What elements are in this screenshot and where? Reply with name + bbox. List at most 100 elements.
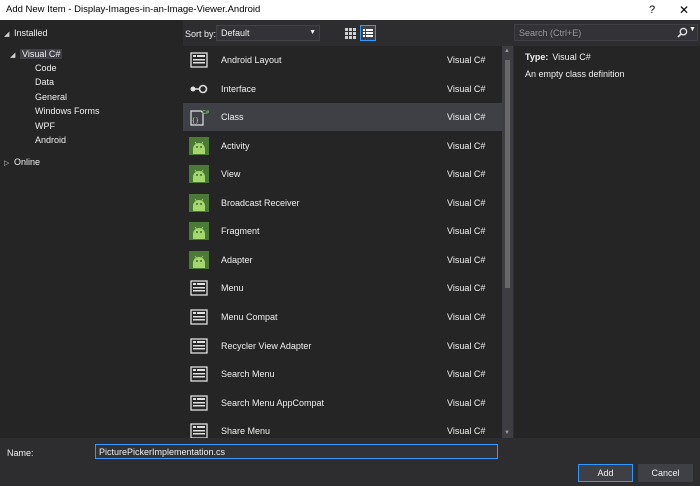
expand-arrow-icon[interactable]: ▷ [4, 157, 14, 171]
template-name: Android Layout [221, 55, 282, 65]
close-button[interactable]: ✕ [676, 2, 692, 18]
template-item-search-menu[interactable]: Search Menu Visual C# [183, 360, 502, 388]
item-description: An empty class definition [525, 69, 625, 79]
android-icon [189, 250, 209, 269]
tree-item-data[interactable]: Data [35, 75, 54, 89]
type-value: Visual C# [552, 52, 591, 62]
template-name: Search Menu [221, 369, 275, 380]
type-info: Type: Visual C# [525, 52, 591, 62]
tree-item-online[interactable]: ▷ Online [4, 155, 40, 169]
template-language: Visual C# [447, 226, 486, 237]
template-language: Visual C# [447, 83, 486, 94]
search-placeholder: Search (Ctrl+E) [519, 28, 582, 38]
layout-icon [190, 423, 208, 438]
template-item-share-menu[interactable]: Share Menu Visual C# [183, 417, 502, 438]
interface-icon [190, 84, 208, 93]
template-name: Adapter [221, 254, 253, 265]
template-name: Menu [221, 283, 244, 294]
add-button[interactable]: Add [578, 464, 633, 482]
template-language: Visual C# [447, 426, 486, 437]
template-language: Visual C# [447, 112, 486, 123]
scroll-down-icon[interactable]: ▼ [504, 430, 510, 436]
search-options-chevron-icon[interactable]: ▼ [689, 26, 696, 33]
template-language: Visual C# [447, 140, 486, 151]
name-label: Name: [7, 448, 34, 458]
tree-item-general[interactable]: General [35, 90, 67, 104]
layout-icon [190, 366, 208, 382]
chevron-down-icon: ▼ [309, 29, 316, 36]
template-item-adapter[interactable]: Adapter Visual C# [183, 246, 502, 274]
sort-dropdown[interactable]: Default ▼ [216, 25, 320, 41]
template-language: Visual C# [447, 197, 486, 208]
template-name: Recycler View Adapter [221, 340, 312, 351]
template-item-fragment[interactable]: Fragment Visual C# [183, 217, 502, 245]
template-name: Fragment [221, 226, 260, 237]
bottom-bar: Name: Add Cancel [0, 438, 700, 486]
grid-view-icon[interactable] [343, 26, 357, 40]
template-item-view[interactable]: View Visual C# [183, 160, 502, 188]
help-button[interactable]: ? [644, 2, 660, 18]
list-view-icon[interactable] [360, 25, 376, 41]
android-icon [189, 222, 209, 241]
template-item-recycler-view-adapter[interactable]: Recycler View Adapter Visual C# [183, 332, 502, 360]
sort-label: Sort by: [185, 29, 217, 39]
template-language: Visual C# [447, 369, 486, 380]
tree-item-code[interactable]: Code [35, 61, 57, 75]
sort-value: Default [221, 28, 250, 38]
type-label: Type: [525, 52, 549, 62]
template-name: Class [221, 112, 244, 123]
template-name: Broadcast Receiver [221, 197, 300, 208]
layout-icon [190, 280, 208, 297]
template-item-activity[interactable]: Activity Visual C# [183, 132, 502, 160]
template-name: Activity [221, 140, 250, 151]
template-language: Visual C# [447, 311, 486, 322]
template-language: Visual C# [447, 55, 486, 65]
android-icon [189, 193, 209, 212]
search-icon[interactable] [677, 27, 688, 38]
template-list: Android Layout Visual C# Interface Visual C… [183, 46, 502, 438]
tree-item-visual-csharp[interactable]: ◢ Visual C# [10, 47, 63, 63]
svg-text:C#: C# [202, 110, 209, 116]
sort-toolbar: Sort by: Default ▼ [183, 20, 513, 46]
template-language: Visual C# [447, 340, 486, 351]
layout-icon [190, 337, 208, 354]
layout-icon [190, 309, 208, 325]
template-language: Visual C# [447, 254, 486, 265]
scrollbar-thumb[interactable] [505, 60, 510, 288]
tree-item-windows-forms[interactable]: Windows Forms [35, 104, 100, 118]
template-language: Visual C# [447, 283, 486, 294]
template-language: Visual C# [447, 169, 486, 180]
scroll-up-icon[interactable]: ▲ [504, 48, 510, 54]
template-item-search-menu-appcompat[interactable]: Search Menu AppCompat Visual C# [183, 389, 502, 417]
svg-text:{ }: { } [193, 118, 199, 124]
category-tree: ◢ Installed ◢ Visual C# Code Data General Win… [0, 20, 183, 438]
layout-icon [190, 394, 208, 411]
template-item-menu-compat[interactable]: Menu Compat Visual C# [183, 303, 502, 331]
detail-pane: Type: Visual C# An empty class definition [514, 46, 700, 438]
template-name: View [221, 169, 241, 180]
android-icon [189, 165, 209, 184]
template-name: Search Menu AppCompat [221, 397, 325, 408]
tree-item-wpf[interactable]: WPF [35, 119, 55, 133]
search-box[interactable]: Search (Ctrl+E) ▼ [514, 24, 698, 41]
title-bar: Add New Item - Display-Images-in-an-Imag… [0, 0, 700, 20]
template-name: Interface [221, 83, 257, 94]
layout-icon [190, 52, 208, 68]
template-item-menu[interactable]: Menu Visual C# [183, 274, 502, 302]
template-name: Menu Compat [221, 311, 278, 322]
tree-item-android[interactable]: Android [35, 133, 66, 147]
collapse-arrow-icon[interactable]: ◢ [4, 28, 14, 42]
template-item-interface[interactable]: Interface Visual C# [183, 75, 502, 103]
template-item-class[interactable]: { } C# Class Visual C# [183, 103, 502, 132]
cancel-button[interactable]: Cancel [638, 464, 693, 482]
list-scrollbar[interactable]: ▲ ▼ [502, 46, 513, 438]
template-item-broadcast-receiver[interactable]: Broadcast Receiver Visual C# [183, 189, 502, 217]
tree-item-installed[interactable]: ◢ Installed [4, 26, 48, 40]
class-icon: { }C# [190, 110, 209, 126]
name-input[interactable] [95, 444, 498, 459]
template-item-android-layout[interactable]: Android Layout Visual C# [183, 46, 502, 74]
collapse-arrow-icon[interactable]: ◢ [10, 49, 20, 63]
template-name: Share Menu [221, 426, 271, 437]
template-language: Visual C# [447, 397, 486, 408]
android-icon [189, 136, 209, 155]
